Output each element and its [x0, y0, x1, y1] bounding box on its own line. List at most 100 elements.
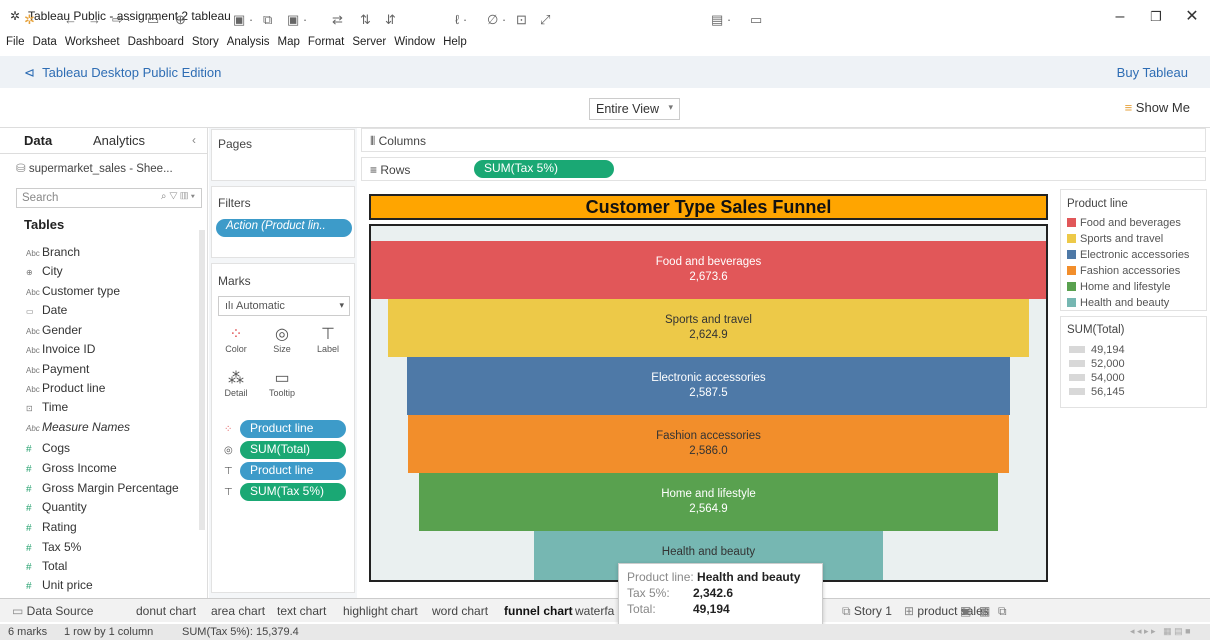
- size-legend-item[interactable]: 52,000: [1069, 358, 1125, 372]
- field-time[interactable]: ⊡ Time: [26, 400, 68, 414]
- menu-item-help[interactable]: Help: [443, 36, 467, 48]
- menu-item-map[interactable]: Map: [278, 36, 300, 48]
- columns-shelf[interactable]: ⦀ Columns: [361, 128, 1206, 152]
- field-tax-5-[interactable]: # Tax 5%: [26, 540, 81, 554]
- color-button[interactable]: ⁘ Color: [218, 324, 254, 354]
- menu-item-worksheet[interactable]: Worksheet: [65, 36, 120, 48]
- filter-icon[interactable]: ⌕ ▽ ▥ ▾: [161, 191, 195, 202]
- field-branch[interactable]: Abc Branch: [26, 245, 80, 259]
- sort-asc-icon[interactable]: ⇅: [360, 12, 371, 28]
- field-search-input[interactable]: Search ⌕ ▽ ▥ ▾: [16, 188, 202, 208]
- label-button[interactable]: ⊤ Label: [310, 324, 346, 354]
- field-date[interactable]: ▭ Date: [26, 303, 67, 317]
- clear-sheet-icon[interactable]: ▣ ·: [287, 12, 307, 28]
- sheet-tab-funnel-chart[interactable]: funnel chart: [504, 604, 573, 618]
- field-total[interactable]: # Total: [26, 559, 67, 573]
- marks-pill-product-line-color[interactable]: Product line: [240, 420, 346, 438]
- tableau-icon[interactable]: ✲: [24, 12, 35, 28]
- marks-pill-sum-total[interactable]: SUM(Total): [240, 441, 346, 459]
- menu-item-story[interactable]: Story: [192, 36, 219, 48]
- presentation-icon[interactable]: ▭: [750, 12, 762, 28]
- rows-pill-sum-tax[interactable]: SUM(Tax 5%): [474, 160, 614, 178]
- menu-item-format[interactable]: Format: [308, 36, 344, 48]
- show-me-button[interactable]: ≡ Show Me: [1125, 100, 1190, 115]
- back-icon[interactable]: ⇨ ·: [112, 12, 131, 28]
- sheet-tab-donut-chart[interactable]: donut chart: [136, 604, 196, 618]
- new-datasource-icon[interactable]: ⊕: [175, 12, 186, 28]
- menu-item-server[interactable]: Server: [352, 36, 386, 48]
- field-invoice-id[interactable]: Abc Invoice ID: [26, 342, 95, 356]
- cards-icon[interactable]: ▤ ·: [711, 12, 731, 28]
- labels-icon[interactable]: ⊡: [516, 12, 527, 28]
- new-dashboard-tab-icon[interactable]: ▦: [979, 604, 990, 618]
- funnel-bar-food-and-beverages[interactable]: Food and beverages 2,673.6: [371, 241, 1046, 299]
- new-worksheet-tab-icon[interactable]: ▣: [960, 604, 971, 618]
- tooltip-button[interactable]: ▭ Tooltip: [264, 368, 300, 398]
- minimize-button[interactable]: –: [1102, 4, 1138, 30]
- menu-item-file[interactable]: File: [6, 36, 25, 48]
- field-measure-names[interactable]: Abc Measure Names: [26, 420, 130, 434]
- close-button[interactable]: ✕: [1174, 4, 1210, 30]
- highlight-icon[interactable]: ℓ ·: [455, 12, 467, 27]
- sheet-tab-data-source[interactable]: ▭ Data Source: [12, 604, 93, 618]
- color-legend-item[interactable]: Health and beauty: [1067, 297, 1189, 313]
- sheet-tab-text-chart[interactable]: text chart: [277, 604, 326, 618]
- field-list-scrollbar[interactable]: [199, 230, 205, 530]
- color-legend-item[interactable]: Food and beverages: [1067, 217, 1189, 233]
- field-gross-income[interactable]: # Gross Income: [26, 461, 117, 475]
- field-customer-type[interactable]: Abc Customer type: [26, 284, 120, 298]
- sort-desc-icon[interactable]: ⇵: [385, 12, 396, 28]
- menu-item-window[interactable]: Window: [394, 36, 435, 48]
- datasource-item[interactable]: ⛁ supermarket_sales - Shee...: [16, 161, 173, 175]
- group-icon[interactable]: ∅ ·: [487, 12, 506, 28]
- field-quantity[interactable]: # Quantity: [26, 500, 87, 514]
- color-legend-item[interactable]: Sports and travel: [1067, 233, 1189, 249]
- marks-pill-sum-tax[interactable]: SUM(Tax 5%): [240, 483, 346, 501]
- funnel-bar-sports-and-travel[interactable]: Sports and travel 2,624.9: [387, 299, 1030, 357]
- field-city[interactable]: ⊕ City: [26, 264, 63, 278]
- menu-item-dashboard[interactable]: Dashboard: [128, 36, 184, 48]
- field-gender[interactable]: Abc Gender: [26, 323, 82, 337]
- fix-axes-icon[interactable]: ⤢: [540, 12, 550, 28]
- sheet-tab-highlight-chart[interactable]: highlight chart: [343, 604, 418, 618]
- field-product-line[interactable]: Abc Product line: [26, 381, 105, 395]
- new-story-tab-icon[interactable]: ⧉: [998, 604, 1007, 619]
- redo-icon[interactable]: →: [88, 12, 101, 27]
- funnel-bar-home-and-lifestyle[interactable]: Home and lifestyle 2,564.9: [418, 473, 999, 531]
- sheet-navigation-icon[interactable]: ◂ ◂ ▸ ▸ ▦ ▤ ■: [1130, 626, 1191, 637]
- save-icon[interactable]: ▭: [147, 12, 159, 28]
- tab-data[interactable]: Data: [24, 133, 52, 148]
- size-button[interactable]: ◎ Size: [264, 324, 300, 354]
- sheet-tab-area-chart[interactable]: area chart: [211, 604, 265, 618]
- field-gross-margin-percentage[interactable]: # Gross Margin Percentage: [26, 481, 179, 495]
- field-rating[interactable]: # Rating: [26, 520, 77, 534]
- size-legend-item[interactable]: 49,194: [1069, 344, 1125, 358]
- color-legend-item[interactable]: Fashion accessories: [1067, 265, 1189, 281]
- filter-pill-action[interactable]: Action (Product lin..: [216, 219, 352, 237]
- sheet-tab-product-sales[interactable]: ⊞ product sales: [904, 604, 989, 618]
- menu-item-data[interactable]: Data: [33, 36, 57, 48]
- restore-button[interactable]: ❐: [1138, 4, 1174, 30]
- size-legend-item[interactable]: 54,000: [1069, 372, 1125, 386]
- undo-icon[interactable]: ←: [64, 12, 77, 27]
- color-legend-item[interactable]: Electronic accessories: [1067, 249, 1189, 265]
- sheet-tab-waterfa[interactable]: waterfa: [575, 604, 614, 618]
- funnel-bar-fashion-accessories[interactable]: Fashion accessories 2,586.0: [407, 415, 1010, 473]
- duplicate-icon[interactable]: ⧉: [263, 12, 272, 28]
- menu-item-analysis[interactable]: Analysis: [227, 36, 270, 48]
- sheet-tab-story-1[interactable]: ⧉ Story 1: [842, 604, 892, 619]
- new-worksheet-icon[interactable]: ▣ ·: [233, 12, 253, 28]
- collapse-pane-icon[interactable]: ‹: [192, 133, 196, 147]
- view-fit-dropdown[interactable]: Entire View ▾: [589, 98, 680, 120]
- mark-type-dropdown[interactable]: ılı Automatic ▾: [218, 296, 350, 316]
- color-legend-item[interactable]: Home and lifestyle: [1067, 281, 1189, 297]
- swap-icon[interactable]: ⇄: [332, 12, 343, 28]
- detail-button[interactable]: ⁂ Detail: [218, 368, 254, 398]
- funnel-bar-electronic-accessories[interactable]: Electronic accessories 2,587.5: [407, 357, 1010, 415]
- rows-shelf[interactable]: ≡ Rows SUM(Tax 5%): [361, 157, 1206, 181]
- field-unit-price[interactable]: # Unit price: [26, 578, 93, 592]
- size-legend-item[interactable]: 56,145: [1069, 386, 1125, 400]
- field-cogs[interactable]: # Cogs: [26, 441, 70, 455]
- field-payment[interactable]: Abc Payment: [26, 362, 89, 376]
- buy-tableau-link[interactable]: Buy Tableau: [1117, 65, 1188, 80]
